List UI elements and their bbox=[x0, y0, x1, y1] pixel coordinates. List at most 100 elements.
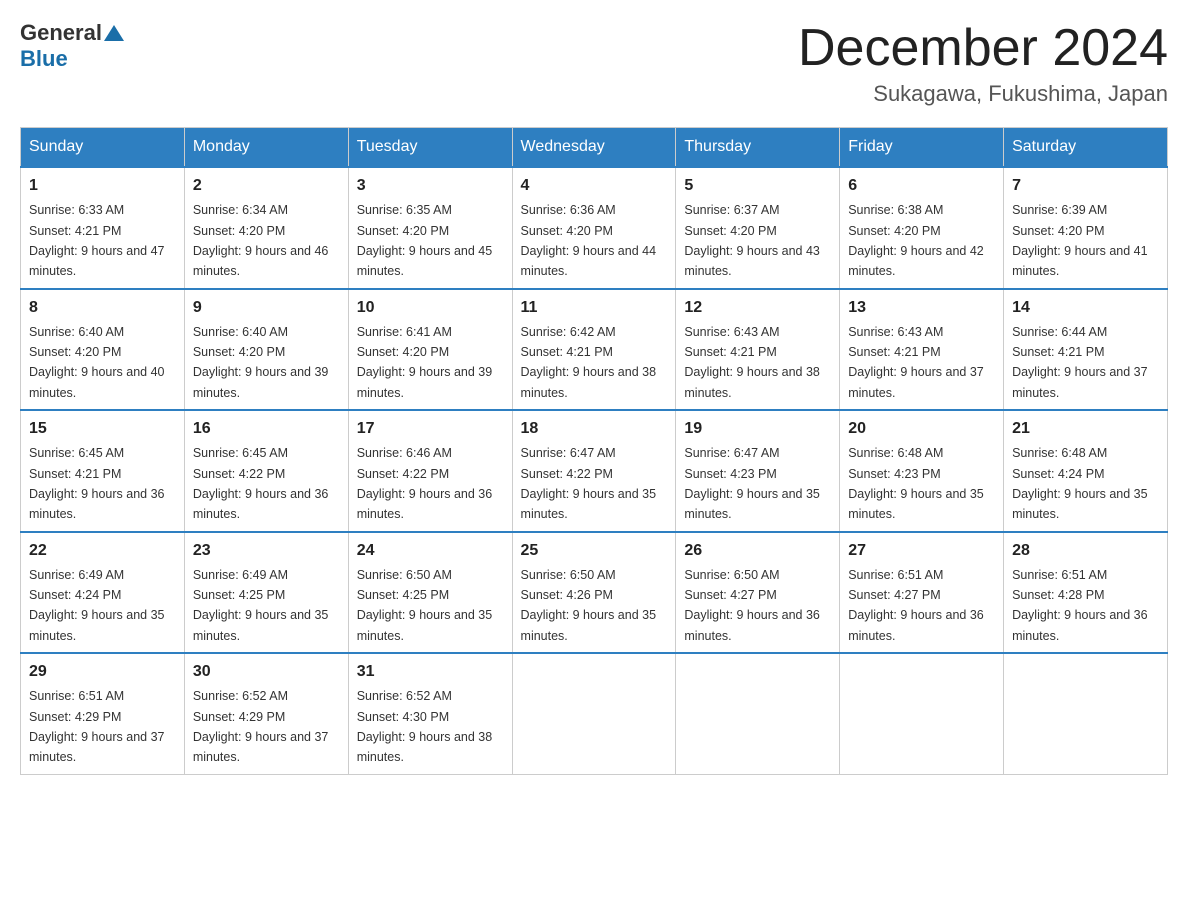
day-info: Sunrise: 6:34 AMSunset: 4:20 PMDaylight:… bbox=[193, 203, 329, 278]
calendar-cell: 11 Sunrise: 6:42 AMSunset: 4:21 PMDaylig… bbox=[512, 289, 676, 411]
weekday-header-saturday: Saturday bbox=[1004, 128, 1168, 168]
day-number: 26 bbox=[684, 539, 831, 563]
day-info: Sunrise: 6:52 AMSunset: 4:29 PMDaylight:… bbox=[193, 689, 329, 764]
week-row-4: 22 Sunrise: 6:49 AMSunset: 4:24 PMDaylig… bbox=[21, 532, 1168, 654]
day-number: 13 bbox=[848, 296, 995, 320]
calendar-cell: 30 Sunrise: 6:52 AMSunset: 4:29 PMDaylig… bbox=[184, 653, 348, 774]
calendar-cell: 18 Sunrise: 6:47 AMSunset: 4:22 PMDaylig… bbox=[512, 410, 676, 532]
calendar-cell: 28 Sunrise: 6:51 AMSunset: 4:28 PMDaylig… bbox=[1004, 532, 1168, 654]
calendar-cell: 21 Sunrise: 6:48 AMSunset: 4:24 PMDaylig… bbox=[1004, 410, 1168, 532]
day-info: Sunrise: 6:49 AMSunset: 4:25 PMDaylight:… bbox=[193, 568, 329, 643]
calendar-cell: 27 Sunrise: 6:51 AMSunset: 4:27 PMDaylig… bbox=[840, 532, 1004, 654]
day-number: 15 bbox=[29, 417, 176, 441]
day-number: 7 bbox=[1012, 174, 1159, 198]
day-number: 16 bbox=[193, 417, 340, 441]
day-number: 31 bbox=[357, 660, 504, 684]
day-number: 12 bbox=[684, 296, 831, 320]
day-info: Sunrise: 6:41 AMSunset: 4:20 PMDaylight:… bbox=[357, 325, 493, 400]
month-title: December 2024 bbox=[798, 20, 1168, 77]
weekday-header-sunday: Sunday bbox=[21, 128, 185, 168]
day-number: 19 bbox=[684, 417, 831, 441]
day-number: 9 bbox=[193, 296, 340, 320]
calendar-cell: 24 Sunrise: 6:50 AMSunset: 4:25 PMDaylig… bbox=[348, 532, 512, 654]
calendar-cell: 6 Sunrise: 6:38 AMSunset: 4:20 PMDayligh… bbox=[840, 167, 1004, 289]
calendar-cell: 23 Sunrise: 6:49 AMSunset: 4:25 PMDaylig… bbox=[184, 532, 348, 654]
day-info: Sunrise: 6:45 AMSunset: 4:22 PMDaylight:… bbox=[193, 446, 329, 521]
day-number: 10 bbox=[357, 296, 504, 320]
calendar-cell: 15 Sunrise: 6:45 AMSunset: 4:21 PMDaylig… bbox=[21, 410, 185, 532]
weekday-header-row: SundayMondayTuesdayWednesdayThursdayFrid… bbox=[21, 128, 1168, 168]
calendar-cell: 22 Sunrise: 6:49 AMSunset: 4:24 PMDaylig… bbox=[21, 532, 185, 654]
weekday-header-friday: Friday bbox=[840, 128, 1004, 168]
calendar-cell: 4 Sunrise: 6:36 AMSunset: 4:20 PMDayligh… bbox=[512, 167, 676, 289]
calendar-cell: 26 Sunrise: 6:50 AMSunset: 4:27 PMDaylig… bbox=[676, 532, 840, 654]
calendar-cell: 17 Sunrise: 6:46 AMSunset: 4:22 PMDaylig… bbox=[348, 410, 512, 532]
day-number: 21 bbox=[1012, 417, 1159, 441]
calendar-cell: 1 Sunrise: 6:33 AMSunset: 4:21 PMDayligh… bbox=[21, 167, 185, 289]
calendar-cell: 16 Sunrise: 6:45 AMSunset: 4:22 PMDaylig… bbox=[184, 410, 348, 532]
day-number: 27 bbox=[848, 539, 995, 563]
day-number: 30 bbox=[193, 660, 340, 684]
day-number: 28 bbox=[1012, 539, 1159, 563]
day-info: Sunrise: 6:50 AMSunset: 4:25 PMDaylight:… bbox=[357, 568, 493, 643]
day-info: Sunrise: 6:35 AMSunset: 4:20 PMDaylight:… bbox=[357, 203, 493, 278]
weekday-header-thursday: Thursday bbox=[676, 128, 840, 168]
calendar-cell: 14 Sunrise: 6:44 AMSunset: 4:21 PMDaylig… bbox=[1004, 289, 1168, 411]
week-row-3: 15 Sunrise: 6:45 AMSunset: 4:21 PMDaylig… bbox=[21, 410, 1168, 532]
calendar-cell bbox=[676, 653, 840, 774]
week-row-2: 8 Sunrise: 6:40 AMSunset: 4:20 PMDayligh… bbox=[21, 289, 1168, 411]
day-number: 1 bbox=[29, 174, 176, 198]
day-info: Sunrise: 6:47 AMSunset: 4:23 PMDaylight:… bbox=[684, 446, 820, 521]
day-info: Sunrise: 6:49 AMSunset: 4:24 PMDaylight:… bbox=[29, 568, 165, 643]
calendar-cell: 7 Sunrise: 6:39 AMSunset: 4:20 PMDayligh… bbox=[1004, 167, 1168, 289]
day-info: Sunrise: 6:50 AMSunset: 4:26 PMDaylight:… bbox=[521, 568, 657, 643]
day-number: 2 bbox=[193, 174, 340, 198]
logo: General Blue bbox=[20, 20, 126, 72]
day-number: 8 bbox=[29, 296, 176, 320]
day-info: Sunrise: 6:47 AMSunset: 4:22 PMDaylight:… bbox=[521, 446, 657, 521]
day-number: 25 bbox=[521, 539, 668, 563]
day-number: 5 bbox=[684, 174, 831, 198]
week-row-5: 29 Sunrise: 6:51 AMSunset: 4:29 PMDaylig… bbox=[21, 653, 1168, 774]
day-info: Sunrise: 6:45 AMSunset: 4:21 PMDaylight:… bbox=[29, 446, 165, 521]
day-info: Sunrise: 6:52 AMSunset: 4:30 PMDaylight:… bbox=[357, 689, 493, 764]
day-info: Sunrise: 6:39 AMSunset: 4:20 PMDaylight:… bbox=[1012, 203, 1148, 278]
calendar-cell: 8 Sunrise: 6:40 AMSunset: 4:20 PMDayligh… bbox=[21, 289, 185, 411]
calendar-cell bbox=[840, 653, 1004, 774]
day-number: 3 bbox=[357, 174, 504, 198]
day-info: Sunrise: 6:40 AMSunset: 4:20 PMDaylight:… bbox=[193, 325, 329, 400]
day-info: Sunrise: 6:48 AMSunset: 4:24 PMDaylight:… bbox=[1012, 446, 1148, 521]
day-number: 20 bbox=[848, 417, 995, 441]
day-number: 23 bbox=[193, 539, 340, 563]
day-info: Sunrise: 6:43 AMSunset: 4:21 PMDaylight:… bbox=[848, 325, 984, 400]
weekday-header-monday: Monday bbox=[184, 128, 348, 168]
calendar-cell bbox=[1004, 653, 1168, 774]
page-header: General Blue December 2024 Sukagawa, Fuk… bbox=[20, 20, 1168, 107]
logo-blue-text: Blue bbox=[20, 46, 68, 71]
weekday-header-wednesday: Wednesday bbox=[512, 128, 676, 168]
calendar-cell: 25 Sunrise: 6:50 AMSunset: 4:26 PMDaylig… bbox=[512, 532, 676, 654]
calendar-cell: 10 Sunrise: 6:41 AMSunset: 4:20 PMDaylig… bbox=[348, 289, 512, 411]
calendar-cell: 20 Sunrise: 6:48 AMSunset: 4:23 PMDaylig… bbox=[840, 410, 1004, 532]
day-info: Sunrise: 6:51 AMSunset: 4:29 PMDaylight:… bbox=[29, 689, 165, 764]
day-number: 11 bbox=[521, 296, 668, 320]
calendar-cell bbox=[512, 653, 676, 774]
calendar-cell: 13 Sunrise: 6:43 AMSunset: 4:21 PMDaylig… bbox=[840, 289, 1004, 411]
day-number: 14 bbox=[1012, 296, 1159, 320]
day-info: Sunrise: 6:48 AMSunset: 4:23 PMDaylight:… bbox=[848, 446, 984, 521]
title-section: December 2024 Sukagawa, Fukushima, Japan bbox=[798, 20, 1168, 107]
day-info: Sunrise: 6:51 AMSunset: 4:28 PMDaylight:… bbox=[1012, 568, 1148, 643]
calendar-cell: 29 Sunrise: 6:51 AMSunset: 4:29 PMDaylig… bbox=[21, 653, 185, 774]
logo-general-text: General bbox=[20, 20, 102, 46]
calendar-cell: 12 Sunrise: 6:43 AMSunset: 4:21 PMDaylig… bbox=[676, 289, 840, 411]
day-info: Sunrise: 6:42 AMSunset: 4:21 PMDaylight:… bbox=[521, 325, 657, 400]
day-info: Sunrise: 6:40 AMSunset: 4:20 PMDaylight:… bbox=[29, 325, 165, 400]
day-info: Sunrise: 6:36 AMSunset: 4:20 PMDaylight:… bbox=[521, 203, 657, 278]
day-info: Sunrise: 6:51 AMSunset: 4:27 PMDaylight:… bbox=[848, 568, 984, 643]
calendar-cell: 31 Sunrise: 6:52 AMSunset: 4:30 PMDaylig… bbox=[348, 653, 512, 774]
day-info: Sunrise: 6:43 AMSunset: 4:21 PMDaylight:… bbox=[684, 325, 820, 400]
day-number: 6 bbox=[848, 174, 995, 198]
calendar-cell: 2 Sunrise: 6:34 AMSunset: 4:20 PMDayligh… bbox=[184, 167, 348, 289]
day-info: Sunrise: 6:50 AMSunset: 4:27 PMDaylight:… bbox=[684, 568, 820, 643]
day-info: Sunrise: 6:46 AMSunset: 4:22 PMDaylight:… bbox=[357, 446, 493, 521]
